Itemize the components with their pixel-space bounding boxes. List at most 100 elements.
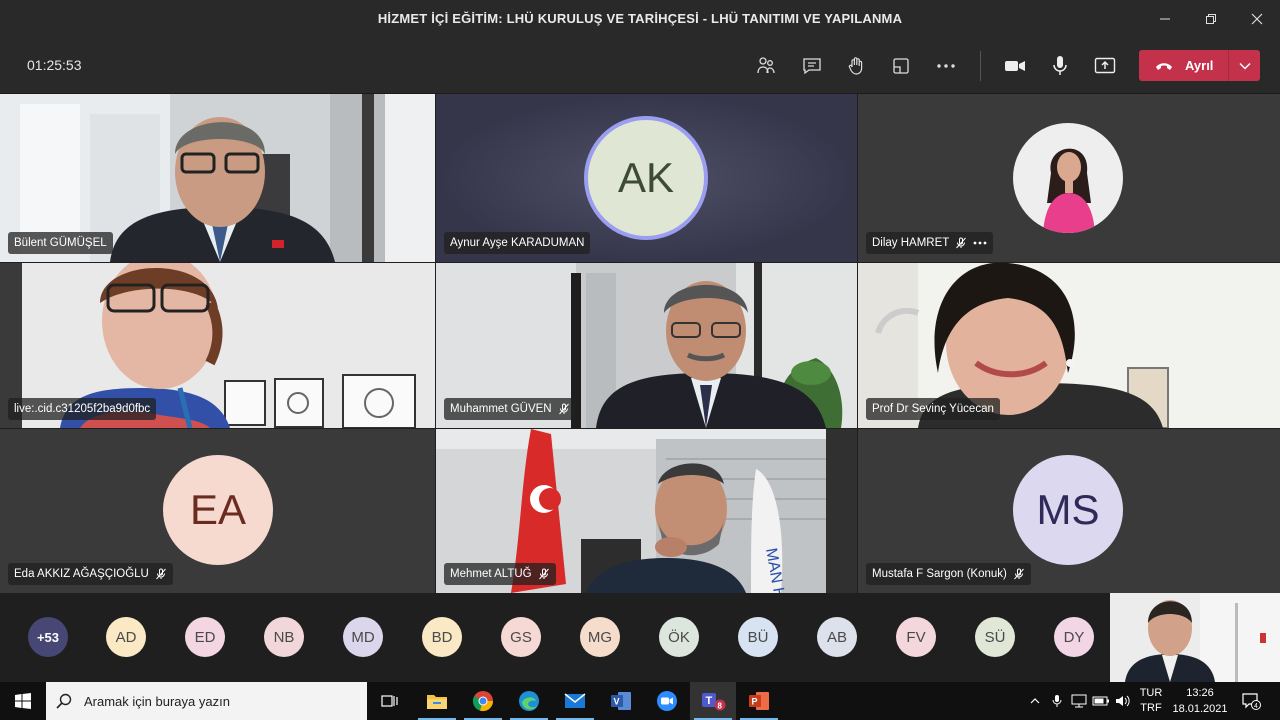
video-tile[interactable]: Prof Dr Sevinç Yücecan — [858, 263, 1280, 428]
people-icon — [757, 57, 775, 74]
mail-button[interactable] — [552, 682, 598, 720]
participant-chip[interactable]: BÜ — [738, 617, 778, 657]
show-hidden-icons-button[interactable] — [1024, 682, 1046, 720]
raise-hand-icon — [848, 57, 863, 75]
avatar: EA — [163, 455, 273, 565]
show-participants-button[interactable] — [752, 52, 780, 80]
participant-chip[interactable]: GS — [501, 617, 541, 657]
clock-date: 18.01.2021 — [1172, 703, 1228, 715]
leave-meeting-control: Ayrıl — [1139, 50, 1260, 81]
show-conversation-button[interactable] — [798, 52, 826, 80]
more-participants-button[interactable]: +53 — [28, 617, 68, 657]
participant-name-tag: Aynur Ayşe KARADUMAN — [444, 232, 591, 254]
tray-volume[interactable] — [1112, 682, 1134, 720]
task-view-button[interactable] — [367, 682, 413, 720]
camera-button[interactable] — [1001, 52, 1029, 80]
svg-text:T: T — [706, 695, 713, 707]
video-tile[interactable]: live:.cid.c31205f2ba9d0fbc — [0, 263, 435, 428]
tray-microphone[interactable] — [1046, 682, 1068, 720]
mic-off-icon — [955, 237, 967, 249]
mic-icon — [1052, 695, 1062, 707]
start-button[interactable] — [0, 682, 46, 720]
search-icon — [56, 693, 72, 709]
powerpoint-icon: P — [749, 692, 769, 710]
edge-icon — [519, 691, 539, 711]
action-center-button[interactable]: 4 — [1236, 682, 1266, 720]
svg-text:P: P — [752, 697, 758, 707]
leave-options-button[interactable] — [1229, 50, 1260, 81]
video-tile[interactable]: MAN H Mehmet ALTUĞ — [436, 429, 857, 593]
clock-time: 13:26 — [1186, 687, 1214, 699]
task-view-icon — [381, 695, 398, 707]
avatar: AK — [584, 116, 708, 240]
leave-button[interactable]: Ayrıl — [1139, 50, 1228, 81]
participant-name: live:.cid.c31205f2ba9d0fbc — [14, 403, 151, 415]
keyboard-layout-code: TRF — [1140, 702, 1162, 714]
participant-chip[interactable]: DY — [1054, 617, 1094, 657]
teams-meeting-window: HİZMET İÇİ EĞİTİM: LHÜ KURULUŞ VE TARİHÇ… — [0, 0, 1280, 720]
participant-chip[interactable]: MD — [343, 617, 383, 657]
notification-count: 4 — [1254, 703, 1258, 710]
language-code: TUR — [1139, 687, 1163, 699]
zoom-button[interactable] — [644, 682, 690, 720]
participant-chip[interactable]: AB — [817, 617, 857, 657]
visio-button[interactable]: V — [598, 682, 644, 720]
participant-chip[interactable]: MG — [580, 617, 620, 657]
mic-icon — [1053, 56, 1067, 75]
rooms-icon — [893, 58, 909, 74]
taskbar-search-box[interactable]: Aramak için buraya yazın — [46, 682, 367, 720]
participant-name: Dilay HAMRET — [872, 237, 950, 249]
input-language-indicator[interactable]: TUR TRF — [1136, 682, 1166, 720]
participant-chip[interactable]: SÜ — [975, 617, 1015, 657]
chrome-button[interactable] — [460, 682, 506, 720]
participant-chip[interactable]: ÖK — [659, 617, 699, 657]
profile-photo — [1013, 123, 1123, 233]
chrome-icon — [472, 691, 494, 712]
more-actions-button[interactable] — [932, 52, 960, 80]
edge-button[interactable] — [506, 682, 552, 720]
more-options-icon[interactable] — [973, 241, 987, 245]
microphone-button[interactable] — [1046, 52, 1074, 80]
video-tile[interactable]: Bülent GÜMÜŞEL — [0, 94, 435, 262]
participant-chip[interactable]: BD — [422, 617, 462, 657]
participant-name: Muhammet GÜVEN — [450, 403, 552, 415]
file-explorer-button[interactable] — [414, 682, 460, 720]
video-tile[interactable]: Dilay HAMRET — [858, 94, 1280, 262]
window-title: HİZMET İÇİ EĞİTİM: LHÜ KURULUŞ VE TARİHÇ… — [377, 11, 903, 26]
mic-off-icon — [155, 568, 167, 580]
taskbar-clock[interactable]: 13:26 18.01.2021 — [1170, 685, 1230, 717]
share-content-button[interactable] — [1091, 52, 1119, 80]
participant-name: Bülent GÜMÜŞEL — [14, 237, 107, 249]
participant-chip[interactable]: ED — [185, 617, 225, 657]
maximize-button[interactable] — [1188, 0, 1234, 37]
windows-logo-icon — [15, 693, 31, 709]
chevron-down-icon — [1238, 62, 1251, 70]
mic-off-icon — [1013, 568, 1025, 580]
breakout-rooms-button[interactable] — [887, 52, 915, 80]
chat-icon — [803, 58, 821, 75]
video-tile[interactable]: MS Mustafa F Sargon (Konuk) — [858, 429, 1280, 593]
teams-button[interactable]: T8 — [690, 682, 736, 720]
tray-battery[interactable] — [1090, 682, 1112, 720]
video-tile[interactable]: EA Eda AKKIZ AĞAŞÇIOĞLU — [0, 429, 435, 593]
camera-icon — [1005, 61, 1025, 71]
close-button[interactable] — [1234, 0, 1280, 37]
raise-hand-button[interactable] — [842, 52, 870, 80]
minimize-button[interactable] — [1142, 0, 1188, 37]
participant-name: Prof Dr Sevinç Yücecan — [872, 403, 994, 415]
more-icon — [937, 64, 955, 68]
participant-name: Eda AKKIZ AĞAŞÇIOĞLU — [14, 568, 149, 580]
participant-chip[interactable]: NB — [264, 617, 304, 657]
tray-network[interactable] — [1068, 682, 1090, 720]
volume-icon — [1116, 695, 1130, 707]
participant-chip[interactable]: FV — [896, 617, 936, 657]
participant-strip: +53 AD ED NB MD BD GS MG ÖK BÜ AB FV SÜ DY — [0, 593, 1280, 682]
self-view-video[interactable] — [1110, 593, 1280, 682]
windows-taskbar: Aramak için buraya yazın V T8 P TUR TRF … — [0, 682, 1280, 720]
video-tile[interactable]: Muhammet GÜVEN — [436, 263, 857, 428]
powerpoint-button[interactable]: P — [736, 682, 782, 720]
minimize-icon — [1160, 18, 1170, 19]
participant-chip[interactable]: AD — [106, 617, 146, 657]
close-icon — [1251, 13, 1263, 24]
video-tile[interactable]: AK Aynur Ayşe KARADUMAN — [436, 94, 857, 262]
